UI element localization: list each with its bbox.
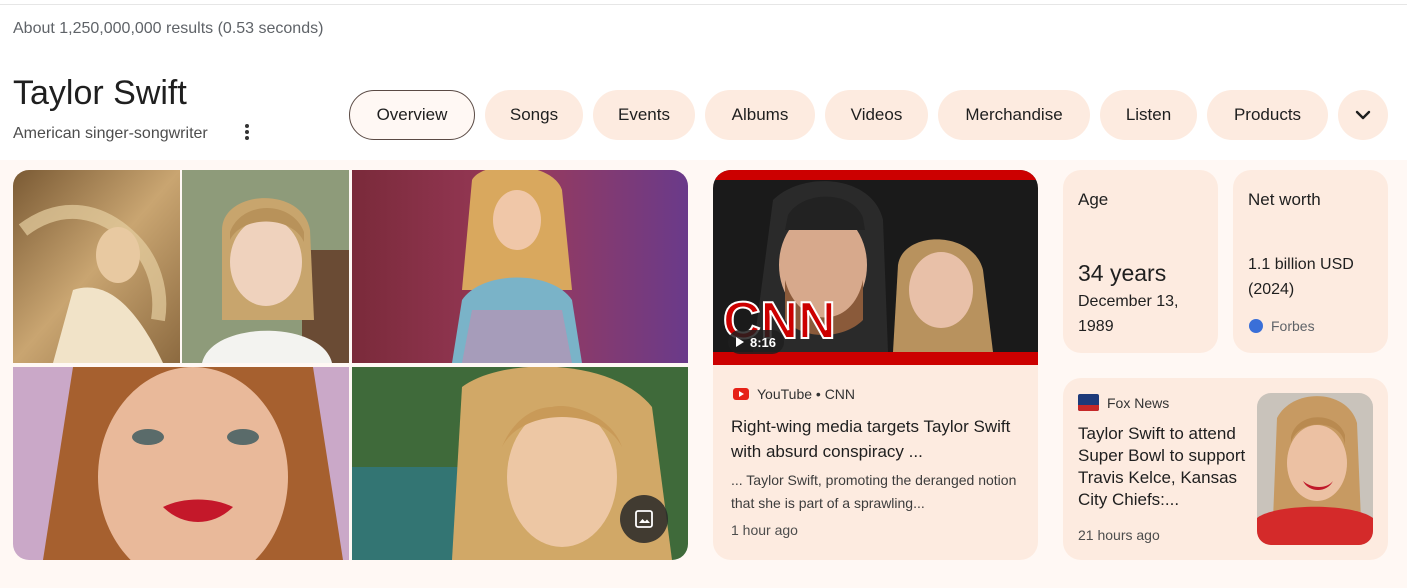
news-source-row: Fox News <box>1078 394 1169 411</box>
video-duration: 8:16 <box>728 330 785 354</box>
entity-subtitle: American singer-songwriter <box>13 125 208 142</box>
tab-products[interactable]: Products <box>1207 90 1328 140</box>
tab-albums[interactable]: Albums <box>705 90 815 140</box>
news-source: Fox News <box>1107 394 1170 411</box>
news-thumbnail[interactable] <box>1257 393 1373 545</box>
age-detail: December 13, 1989 <box>1078 293 1179 335</box>
net-worth-source-row[interactable]: Forbes <box>1249 318 1315 334</box>
video-time: 1 hour ago <box>731 522 798 538</box>
globe-icon <box>1249 319 1263 333</box>
more-vert-icon[interactable] <box>238 122 256 144</box>
tab-merchandise[interactable]: Merchandise <box>938 90 1090 140</box>
fact-card-age[interactable]: Age 34 years December 13, 1989 <box>1063 170 1218 353</box>
image-tile-3[interactable] <box>352 170 688 363</box>
news-headline[interactable]: Taylor Swift to attend Super Bowl to sup… <box>1078 423 1250 511</box>
more-chips-button[interactable] <box>1338 90 1388 140</box>
tab-overview[interactable]: Overview <box>349 90 475 140</box>
age-value: 34 years <box>1078 260 1167 286</box>
video-card[interactable]: CNN 8:16 YouTube • CNN Right-wing media … <box>713 170 1038 560</box>
play-icon <box>736 337 744 347</box>
image-tile-5[interactable] <box>352 367 688 560</box>
tab-events[interactable]: Events <box>593 90 695 140</box>
duration-text: 8:16 <box>750 334 777 350</box>
age-label: Age <box>1078 190 1109 209</box>
image-tile-2[interactable] <box>182 170 349 363</box>
net-worth-label: Net worth <box>1248 190 1321 209</box>
net-worth-value: 1.1 billion USD (2024) <box>1248 256 1354 298</box>
video-source-row: YouTube • CNN <box>733 386 855 402</box>
tab-songs[interactable]: Songs <box>485 90 583 140</box>
top-divider <box>0 4 1407 5</box>
entity-title: Taylor Swift <box>13 74 187 112</box>
news-time: 21 hours ago <box>1078 527 1160 543</box>
fox-news-logo <box>1078 394 1099 411</box>
net-worth-source: Forbes <box>1271 318 1315 334</box>
youtube-icon <box>733 388 749 400</box>
photo-icon <box>635 510 653 528</box>
tab-videos[interactable]: Videos <box>825 90 928 140</box>
video-source: YouTube • CNN <box>757 386 856 402</box>
tab-listen[interactable]: Listen <box>1100 90 1197 140</box>
image-grid <box>13 170 688 560</box>
fact-card-net-worth[interactable]: Net worth 1.1 billion USD (2024) Forbes <box>1233 170 1388 353</box>
image-tile-1[interactable] <box>13 170 180 363</box>
image-tile-4[interactable] <box>13 367 349 560</box>
video-snippet: ... Taylor Swift, promoting the deranged… <box>731 472 1017 511</box>
results-stats: About 1,250,000,000 results (0.53 second… <box>13 20 324 37</box>
chevron-down-icon <box>1355 110 1371 120</box>
more-images-button[interactable] <box>620 495 668 543</box>
video-thumbnail[interactable]: CNN 8:16 <box>713 170 1038 365</box>
video-headline[interactable]: Right-wing media targets Taylor Swift wi… <box>731 414 1021 464</box>
